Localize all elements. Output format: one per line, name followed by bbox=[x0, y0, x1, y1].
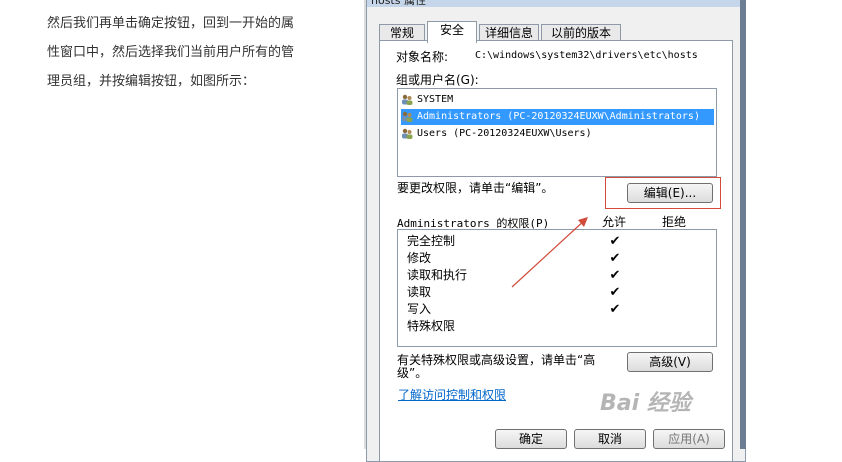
allow-check-icon: ✔ bbox=[609, 234, 621, 249]
ok-button[interactable]: 确定 bbox=[495, 429, 567, 449]
baidu-watermark: Bai 经验 bbox=[600, 391, 691, 416]
allow-check-icon: ✔ bbox=[609, 251, 621, 266]
learn-more-link[interactable]: 了解访问控制和权限 bbox=[398, 386, 506, 403]
list-item-selected[interactable]: Administrators (PC-20120324EUXW\Administ… bbox=[401, 109, 714, 125]
allow-check-icon: ✔ bbox=[609, 285, 621, 300]
permission-name: 修改 bbox=[407, 251, 432, 265]
object-name-label: 对象名称: bbox=[396, 50, 449, 64]
tab-security[interactable]: 安全 bbox=[427, 21, 477, 43]
permission-name: 读取 bbox=[407, 285, 432, 299]
group-name: Users (PC-20120324EUXW\Users) bbox=[417, 128, 592, 139]
group-name: Administrators (PC-20120324EUXW\Administ… bbox=[417, 111, 700, 122]
advanced-hint-line2: 级”。 bbox=[397, 366, 428, 380]
allow-check-icon: ✔ bbox=[609, 268, 621, 283]
permission-name: 完全控制 bbox=[407, 234, 456, 248]
window-border bbox=[740, 0, 746, 449]
article-text: 然后我们再单击确定按钮，回到一开始的属 性窗口中，然后选择我们当前用户所有的管 … bbox=[47, 9, 337, 96]
allow-header: 允许 bbox=[602, 215, 627, 229]
allow-check-icon bbox=[608, 318, 622, 335]
annotation-arrow-icon bbox=[511, 217, 588, 288]
article-line: 理员组，并按编辑按钮，如图所示： bbox=[47, 74, 256, 89]
group-name: SYSTEM bbox=[417, 94, 454, 105]
permission-name: 读取和执行 bbox=[407, 268, 468, 282]
cancel-button[interactable]: 取消 bbox=[574, 429, 646, 449]
advanced-button[interactable]: 高级(V) bbox=[627, 352, 713, 372]
article-line: 然后我们再单击确定按钮，回到一开始的属 bbox=[47, 16, 295, 31]
groups-listbox[interactable]: SYSTEM Administrators (PC-20120324EUXW\A… bbox=[397, 88, 717, 177]
annotation-highlight-box bbox=[605, 177, 721, 209]
list-item[interactable]: SYSTEM bbox=[401, 92, 453, 108]
window-title: hosts 属性 bbox=[371, 0, 426, 7]
permission-name: 特殊权限 bbox=[407, 319, 456, 333]
users-icon bbox=[402, 94, 413, 105]
object-name-value: C:\windows\system32\drivers\etc\hosts bbox=[475, 50, 698, 61]
users-icon bbox=[402, 111, 413, 122]
list-item[interactable]: Users (PC-20120324EUXW\Users) bbox=[401, 126, 592, 142]
permission-name: 写入 bbox=[407, 302, 432, 316]
deny-header: 拒绝 bbox=[662, 215, 687, 229]
users-icon bbox=[402, 128, 413, 139]
article-line: 性窗口中，然后选择我们当前用户所有的管 bbox=[47, 45, 295, 60]
groups-label: 组或用户名(G): bbox=[396, 73, 479, 87]
title-bar: hosts 属性 bbox=[367, 0, 745, 7]
apply-button[interactable]: 应用(A) bbox=[653, 429, 725, 449]
edit-hint: 要更改权限，请单击“编辑”。 bbox=[397, 181, 554, 195]
allow-check-icon: ✔ bbox=[609, 302, 621, 317]
